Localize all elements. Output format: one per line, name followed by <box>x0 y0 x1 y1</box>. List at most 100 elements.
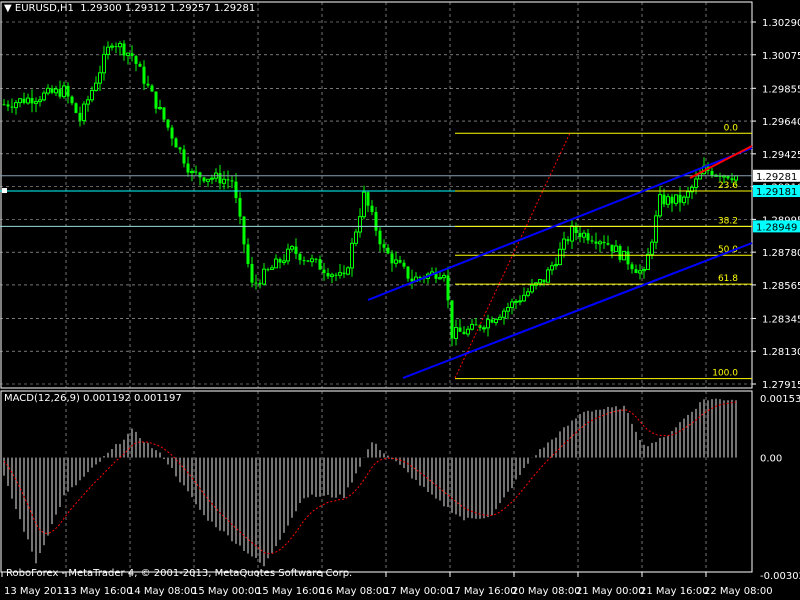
fib-level-label: 38.2 <box>718 216 738 226</box>
candle-bear <box>342 272 346 275</box>
candle-bear <box>186 163 190 173</box>
fib-level-label: 23.6 <box>718 181 738 191</box>
candle-bull <box>654 215 658 243</box>
x-tick-label: 16 May 08:00 <box>320 586 389 597</box>
candle-bull <box>562 238 566 250</box>
candle-bear <box>166 119 170 128</box>
y-tick-label: 1.29425 <box>762 150 800 161</box>
candle-bear <box>618 245 622 260</box>
candle-bull <box>674 194 678 204</box>
channel-lower-line <box>402 242 753 379</box>
x-tick-label: 15 May 00:00 <box>192 586 261 597</box>
candle-bear <box>50 88 54 93</box>
candle-bear <box>398 259 402 263</box>
candle-bear <box>122 43 126 56</box>
candle-bull <box>734 175 738 181</box>
candle-bull <box>506 307 510 312</box>
chart-window[interactable]: 1.30290 1.30075 1.29855 1.29640 1.29425 1.292… <box>0 0 800 600</box>
candle-bear <box>202 177 206 182</box>
candle-bear <box>242 216 246 245</box>
candle-bear <box>198 172 202 178</box>
candle-bull <box>686 191 690 198</box>
candle-bear <box>30 98 34 104</box>
candle-bear <box>710 170 714 176</box>
candle-bear <box>490 319 494 323</box>
high-value: 1.29312 <box>124 3 167 14</box>
candle-bull <box>290 246 294 250</box>
candle-bear <box>142 66 146 84</box>
fib-level-label: 61.8 <box>718 274 738 284</box>
x-tick-label: 14 May 08:00 <box>128 586 197 597</box>
candle-bull <box>158 107 162 110</box>
candle-bear <box>302 260 306 262</box>
candle-bull <box>102 53 106 74</box>
candle-bull <box>106 46 110 55</box>
chart-header: ▼ EURUSD,H1 1.29300 1.29312 1.29257 1.29… <box>4 3 255 14</box>
line1-price-tag-text: 1.29181 <box>756 187 797 198</box>
candle-bear <box>594 241 598 244</box>
candle-bull <box>510 301 514 309</box>
collapse-triangle-icon[interactable]: ▼ <box>4 3 12 14</box>
candle-bull <box>530 284 534 293</box>
y-tick-label: 1.28345 <box>762 314 800 325</box>
candle-bear <box>258 282 262 285</box>
candle-bull <box>282 260 286 264</box>
candle-bull <box>642 269 646 272</box>
y-tick-label: 1.28780 <box>762 248 800 259</box>
candle-bear <box>610 244 614 252</box>
chart-canvas[interactable]: 1.30290 1.30075 1.29855 1.29640 1.29425 1.292… <box>0 0 800 600</box>
candle-bear <box>586 233 590 241</box>
macd-label: MACD(12,26,9) <box>4 393 80 404</box>
y-tick-label: 1.28130 <box>762 347 800 358</box>
candle-bull <box>42 92 46 101</box>
candle-bear <box>326 272 330 277</box>
candle-bear <box>250 263 254 283</box>
macd-header: MACD(12,26,9) 0.001192 0.001197 <box>4 393 182 404</box>
candle-bull <box>558 248 562 266</box>
candle-bull <box>338 272 342 276</box>
candle-bull <box>650 241 654 255</box>
x-tick-label: 21 May 00:00 <box>576 586 645 597</box>
macd-main-value: 0.001192 <box>83 393 131 404</box>
x-tick-label: 17 May 00:00 <box>384 586 453 597</box>
candle-bull <box>538 279 542 284</box>
candle-bull <box>614 245 618 252</box>
x-tick-label: 21 May 16:00 <box>640 586 709 597</box>
candle-bear <box>170 127 174 139</box>
macd-signal-value: 0.001197 <box>134 393 182 404</box>
candle-bull <box>34 101 38 104</box>
candle-bull <box>222 178 226 184</box>
candle-bear <box>134 56 138 64</box>
bid-price-tag-text: 1.29281 <box>756 172 797 183</box>
candle-bear <box>218 173 222 184</box>
candle-bear <box>334 274 338 276</box>
open-value: 1.29300 <box>80 3 122 14</box>
candle-bear <box>74 103 78 113</box>
candle-bull <box>274 258 278 269</box>
candle-bull <box>470 323 474 330</box>
candle-bear <box>390 253 394 264</box>
candle-bear <box>378 230 382 245</box>
candle-bear <box>418 277 422 279</box>
candle-bull <box>694 178 698 188</box>
candle-bear <box>306 260 310 262</box>
x-tick-label: 22 May 08:00 <box>704 586 773 597</box>
macd-signal-line <box>3 401 737 555</box>
candle-bear <box>630 264 634 270</box>
candle-bear <box>298 253 302 261</box>
candle-bear <box>450 300 454 339</box>
candle-bull <box>126 52 130 56</box>
candle-bull <box>442 274 446 279</box>
x-tick-label: 20 May 08:00 <box>512 586 581 597</box>
candle-bull <box>86 99 90 105</box>
candle-bear <box>66 85 70 97</box>
candle-bear <box>370 205 374 213</box>
candle-bull <box>598 241 602 245</box>
fib-level-label: 100.0 <box>712 369 738 379</box>
candle-bear <box>230 180 234 182</box>
candle-bear <box>574 225 578 234</box>
candle-bull <box>498 316 502 320</box>
macd-axis-label: 0.00 <box>760 454 782 465</box>
symbol-label: EURUSD,H1 <box>14 3 74 14</box>
candle-bear <box>626 251 630 265</box>
